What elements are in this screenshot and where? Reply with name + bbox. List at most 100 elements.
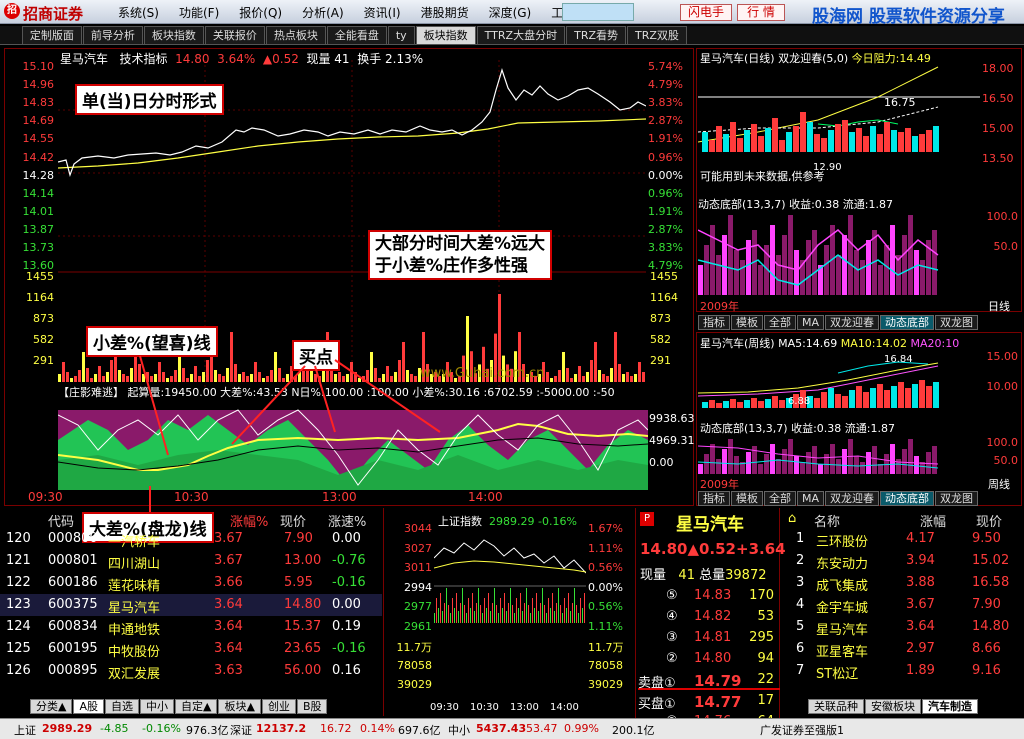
list-tab-b-share[interactable]: B股 (296, 699, 328, 714)
list-tab-sme[interactable]: 中小 (140, 699, 174, 714)
bar (821, 138, 827, 152)
bar (106, 372, 109, 382)
tab-lead-analysis[interactable]: 前导分析 (82, 26, 143, 44)
search-input[interactable] (562, 3, 634, 21)
bar (912, 384, 918, 408)
bar (878, 464, 883, 474)
board-row[interactable]: 3 成飞集成 3.88 16.58 (782, 572, 1020, 594)
table-row[interactable]: 123 600375 星马汽车 3.64 14.80 0.00 (0, 594, 382, 616)
stock-pct: 3.67 (906, 597, 935, 612)
bar (274, 352, 277, 382)
tab-sector-index-active[interactable]: 板块指数 (415, 26, 476, 44)
table-row[interactable]: 120 000800 一汽轿车 3.67 7.90 0.00 (0, 528, 382, 550)
quote-panel: P 星马汽车 14.80▲0.52+3.64 现量 41 总量39872 ⑤ 14… (638, 508, 786, 729)
list-tab-sector[interactable]: 板块▲ (218, 699, 261, 714)
axis-tick: 0.00% (588, 580, 623, 594)
flash-trade-button[interactable]: 闪电手 (680, 4, 732, 21)
tab-dynamic-bottom[interactable]: 动态底部 (880, 315, 935, 330)
board-row[interactable]: 6 亚星客车 2.97 8.66 (782, 638, 1020, 660)
stock-speed: 0.19 (332, 619, 361, 634)
board-tab-related[interactable]: 关联品种 (808, 699, 864, 714)
axis-tick: 14.42 (22, 150, 55, 164)
bar (540, 603, 541, 623)
list-tab-gem[interactable]: 创业 (261, 699, 296, 714)
bar (854, 456, 859, 474)
board-tab-anhui[interactable]: 安徽板块 (865, 699, 921, 714)
bar (62, 362, 65, 382)
tab-template-w[interactable]: 模板 (731, 491, 763, 506)
table-row[interactable]: 124 600834 申通地铁 3.64 15.37 0.19 (0, 616, 382, 638)
menu-depth[interactable]: 深度(G) (489, 4, 532, 21)
tab-dual-dragon-chart-w[interactable]: 双龙图 (935, 491, 979, 506)
menu-info[interactable]: 资讯(I) (364, 4, 401, 21)
table-row[interactable]: 122 600186 莲花味精 3.66 5.95 -0.16 (0, 572, 382, 594)
axis-tick: 582 (33, 333, 54, 346)
tab-dual-dragon-w[interactable]: 双龙迎春 (825, 491, 880, 506)
bar (118, 370, 121, 382)
menu-quote[interactable]: 报价(Q) (239, 4, 282, 21)
bar (354, 372, 357, 382)
bar (94, 374, 97, 382)
stock-name: 亚星客车 (816, 645, 869, 660)
tab-all-w[interactable]: 全部 (764, 491, 796, 506)
tab-trz-trend[interactable]: TRZ看势 (566, 26, 626, 44)
table-row[interactable]: 125 600195 中牧股份 3.64 23.65 -0.16 (0, 638, 382, 660)
table-row[interactable]: 121 000801 四川湖山 3.67 13.00 -0.76 (0, 550, 382, 572)
menu-hk-futures[interactable]: 港股期货 (421, 4, 469, 21)
tab-full-view[interactable]: 全能看盘 (326, 26, 387, 44)
tab-ma-w[interactable]: MA (797, 491, 825, 506)
stock-pct: 3.66 (214, 575, 243, 590)
board-row[interactable]: 7 ST松辽 1.89 9.16 (782, 660, 1020, 682)
table-row[interactable]: 126 000895 双汇发展 3.63 56.00 0.16 (0, 660, 382, 682)
board-row[interactable]: 5 星马汽车 3.64 14.80 (782, 616, 1020, 638)
board-tab-auto[interactable]: 汽车制造 (922, 699, 978, 714)
bar (298, 372, 301, 382)
tab-ma[interactable]: MA (797, 315, 825, 330)
bar (512, 605, 513, 623)
board-row[interactable]: 4 金宇车城 3.67 7.90 (782, 594, 1020, 616)
bar (452, 598, 453, 623)
tab-dual-dragon[interactable]: 双龙迎春 (825, 315, 880, 330)
bar (82, 352, 85, 382)
tab-ttrz-market[interactable]: TTRZ大盘分时 (476, 26, 566, 44)
bar (794, 250, 799, 295)
board-row[interactable]: 2 东安动力 3.94 15.02 (782, 550, 1020, 572)
stock-name: 三环股份 (816, 535, 869, 550)
bar (190, 374, 193, 382)
bar (558, 370, 561, 382)
tab-template[interactable]: 模板 (731, 315, 763, 330)
tab-indicator[interactable]: 指标 (698, 315, 730, 330)
menu-system[interactable]: 系统(S) (118, 4, 159, 21)
board-row[interactable]: 1 三环股份 4.17 9.50 (782, 528, 1020, 550)
menu-analysis[interactable]: 分析(A) (302, 4, 344, 21)
row-number: 120 (6, 531, 31, 546)
bar (590, 360, 593, 382)
menu-function[interactable]: 功能(F) (179, 4, 219, 21)
list-tab-watch[interactable]: 自选 (105, 699, 139, 714)
bar (722, 449, 727, 474)
bar (286, 374, 289, 382)
tab-dual-dragon-chart[interactable]: 双龙图 (935, 315, 979, 330)
bar (414, 376, 417, 382)
list-tab-category[interactable]: 分类▲ (30, 699, 73, 714)
tab-related-quote[interactable]: 关联报价 (204, 26, 265, 44)
bar (174, 370, 177, 382)
bar (254, 362, 257, 382)
bar (898, 382, 904, 408)
bar (812, 446, 817, 474)
bar (454, 608, 455, 623)
bar (514, 613, 515, 623)
list-tab-a-share[interactable]: A股 (73, 699, 104, 714)
tab-trz-dual[interactable]: TRZ双股 (627, 26, 687, 44)
tab-ty[interactable]: ty (387, 26, 415, 44)
tab-indicator-w[interactable]: 指标 (698, 491, 730, 506)
tab-all[interactable]: 全部 (764, 315, 796, 330)
tab-hot-sector[interactable]: 热点板块 (265, 26, 326, 44)
bar (294, 376, 297, 382)
list-tab-custom[interactable]: 自定▲ (175, 699, 218, 714)
quote-button[interactable]: 行 情 (737, 4, 785, 21)
tab-custom-layout[interactable]: 定制版面 (21, 26, 82, 44)
tab-dynamic-bottom-w[interactable]: 动态底部 (880, 491, 935, 506)
tab-sector-index[interactable]: 板块指数 (143, 26, 204, 44)
bar (398, 360, 401, 382)
